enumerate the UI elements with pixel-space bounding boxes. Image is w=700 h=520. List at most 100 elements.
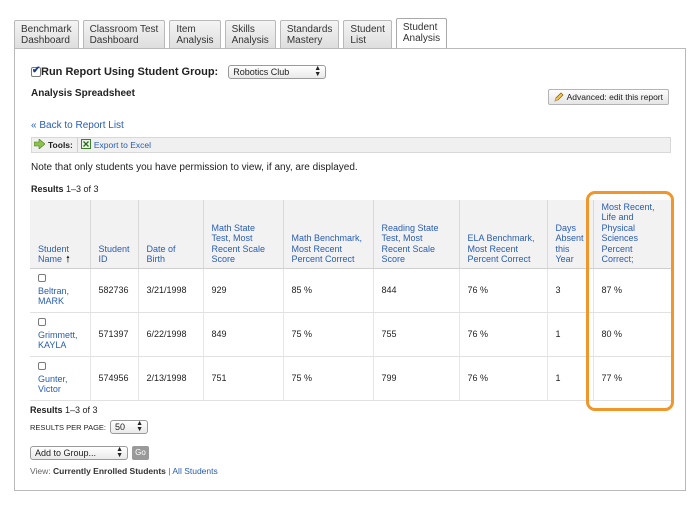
tab-classroom-test-dashboard[interactable]: Classroom Test Dashboard <box>82 20 166 48</box>
col-ela-benchmark-label: ELA Benchmark, Most Recent Percent Corre… <box>467 233 535 264</box>
results-per-page-select[interactable]: 50 ▲ ▼ <box>110 420 148 434</box>
select-arrows-icon: ▲ ▼ <box>136 420 143 433</box>
view-filter-row: View: Currently Enrolled Students | All … <box>30 466 218 476</box>
results-count-top: Results 1–3 of 3 <box>31 184 99 194</box>
math-benchmark-cell: 85 % <box>282 268 373 313</box>
science-percent-cell: 87 % <box>592 268 672 313</box>
pencil-icon <box>554 92 564 102</box>
table-header-row: Student Name 🠕 Student ID Date of Birth M… <box>30 200 672 269</box>
col-math-benchmark-label: Math Benchmark, Most Recent Percent Corr… <box>291 233 363 264</box>
student-name-link[interactable]: Gunter, Victor <box>38 374 86 394</box>
dob-cell: 3/21/1998 <box>137 268 203 313</box>
report-tabs: Benchmark Dashboard Classroom Test Dashb… <box>14 18 451 50</box>
col-date-of-birth-label: Date of Birth <box>146 243 176 265</box>
results-range: 1–3 of 3 <box>65 405 98 415</box>
col-ela-benchmark[interactable]: ELA Benchmark, Most Recent Percent Corre… <box>458 200 547 269</box>
tools-arrow-icon <box>33 138 46 151</box>
tools-group: Tools: <box>32 138 78 152</box>
student-id-cell: 574956 <box>89 356 138 401</box>
export-to-excel-button[interactable]: Export to Excel <box>78 139 151 151</box>
advanced-edit-report-button[interactable]: Advanced: edit this report <box>547 89 669 105</box>
tab-student-list[interactable]: Student List <box>343 20 392 48</box>
back-to-report-list-link[interactable]: « Back to Report List <box>31 120 124 131</box>
view-current-enrolled: Currently Enrolled Students <box>53 466 166 476</box>
excel-icon <box>80 139 91 151</box>
tab-item-analysis[interactable]: Item Analysis <box>169 20 221 48</box>
permission-note: Note that only students you have permiss… <box>31 162 358 173</box>
add-to-group-select[interactable]: Add to Group... ▲ ▼ <box>30 446 128 460</box>
science-percent-cell: 77 % <box>592 356 672 401</box>
math-benchmark-cell: 75 % <box>282 356 373 401</box>
col-student-name[interactable]: Student Name 🠕 <box>30 200 90 269</box>
run-report-group-label: Run Report Using Student Group: <box>41 66 219 78</box>
student-name-cell: Beltran, MARK <box>30 268 90 313</box>
col-math-state-test[interactable]: Math State Test, Most Recent Scale Score <box>202 200 283 269</box>
dob-cell: 2/13/1998 <box>137 356 203 401</box>
dob-cell: 6/22/1998 <box>137 312 203 357</box>
col-student-id-label: Student ID <box>98 243 130 265</box>
results-per-page-row: RESULTS PER PAGE: 50 ▲ ▼ <box>30 420 148 434</box>
col-reading-state-test-label: Reading State Test, Most Recent Scale Sc… <box>381 222 439 265</box>
view-separator: | <box>168 466 171 476</box>
results-label: Results <box>30 405 63 415</box>
col-reading-state-test[interactable]: Reading State Test, Most Recent Scale Sc… <box>372 200 459 269</box>
days-absent-cell: 3 <box>546 268 593 313</box>
add-to-group-value: Add to Group... <box>35 448 97 458</box>
student-group-select-value: Robotics Club <box>233 67 290 77</box>
row-select-checkbox[interactable] <box>38 318 46 326</box>
table-row: Gunter, Victor 574956 2/13/1998 751 75 %… <box>30 356 672 401</box>
view-all-students-link[interactable]: All Students <box>172 466 217 476</box>
student-group-select[interactable]: Robotics Club ▲ ▼ <box>228 65 327 79</box>
reading-state-cell: 755 <box>372 312 459 357</box>
days-absent-cell: 1 <box>546 356 593 401</box>
student-id-cell: 582736 <box>89 268 138 313</box>
science-percent-cell: 80 % <box>592 312 672 357</box>
table-row: Beltran, MARK 582736 3/21/1998 929 85 % … <box>30 268 672 313</box>
export-to-excel-label: Export to Excel <box>93 140 152 150</box>
tab-skills-analysis[interactable]: Skills Analysis <box>224 20 276 48</box>
run-report-group-checkbox[interactable] <box>31 65 41 77</box>
col-student-name-label: Student Name <box>38 243 70 265</box>
go-button[interactable]: Go <box>132 446 149 460</box>
math-benchmark-cell: 75 % <box>282 312 373 357</box>
col-math-benchmark[interactable]: Math Benchmark, Most Recent Percent Corr… <box>282 200 373 269</box>
tab-standards-mastery[interactable]: Standards Mastery <box>279 20 340 48</box>
student-group-row: Run Report Using Student Group: Robotics… <box>31 65 327 79</box>
col-date-of-birth[interactable]: Date of Birth <box>137 200 203 269</box>
col-student-id[interactable]: Student ID <box>89 200 138 269</box>
student-name-cell: Grimmett, KAYLA <box>30 312 90 357</box>
tools-label: Tools: <box>48 140 73 150</box>
days-absent-cell: 1 <box>546 312 593 357</box>
tab-student-analysis[interactable]: Student Analysis <box>395 18 448 48</box>
add-to-group-row: Add to Group... ▲ ▼ Go <box>30 446 149 460</box>
col-math-state-test-label: Math State Test, Most Recent Scale Score <box>211 222 266 265</box>
row-select-checkbox[interactable] <box>38 274 46 282</box>
math-state-cell: 751 <box>202 356 283 401</box>
results-per-page-value: 50 <box>115 422 126 432</box>
view-prefix: View: <box>30 466 51 476</box>
math-state-cell: 849 <box>202 312 283 357</box>
page-title: Analysis Spreadsheet <box>31 88 135 99</box>
student-name-link[interactable]: Beltran, MARK <box>38 286 86 306</box>
select-arrows-icon: ▲ ▼ <box>116 446 123 459</box>
reading-state-cell: 799 <box>372 356 459 401</box>
col-life-physical-sciences-label: Most Recent, Life and Physical Sciences … <box>601 201 655 265</box>
col-days-absent-label: Days Absent this Year <box>555 222 584 265</box>
table-row: Grimmett, KAYLA 571397 6/22/1998 849 75 … <box>30 312 672 357</box>
student-name-link[interactable]: Grimmett, KAYLA <box>38 330 86 350</box>
row-select-checkbox[interactable] <box>38 362 46 370</box>
tab-benchmark-dashboard[interactable]: Benchmark Dashboard <box>14 20 79 48</box>
student-analysis-table: Student Name 🠕 Student ID Date of Birth M… <box>30 200 672 401</box>
ela-benchmark-cell: 76 % <box>458 268 547 313</box>
ela-benchmark-cell: 76 % <box>458 356 547 401</box>
results-label: Results <box>31 184 64 194</box>
col-life-physical-sciences[interactable]: Most Recent, Life and Physical Sciences … <box>592 200 672 269</box>
select-arrows-icon: ▲ ▼ <box>314 65 322 78</box>
student-id-cell: 571397 <box>89 312 138 357</box>
col-days-absent[interactable]: Days Absent this Year <box>546 200 593 269</box>
results-count-bottom: Results 1–3 of 3 <box>30 405 98 415</box>
ela-benchmark-cell: 76 % <box>458 312 547 357</box>
reading-state-cell: 844 <box>372 268 459 313</box>
sort-up-arrow-icon[interactable]: 🠕 <box>66 254 70 265</box>
tools-bar: Tools: Export to Excel <box>31 137 671 153</box>
